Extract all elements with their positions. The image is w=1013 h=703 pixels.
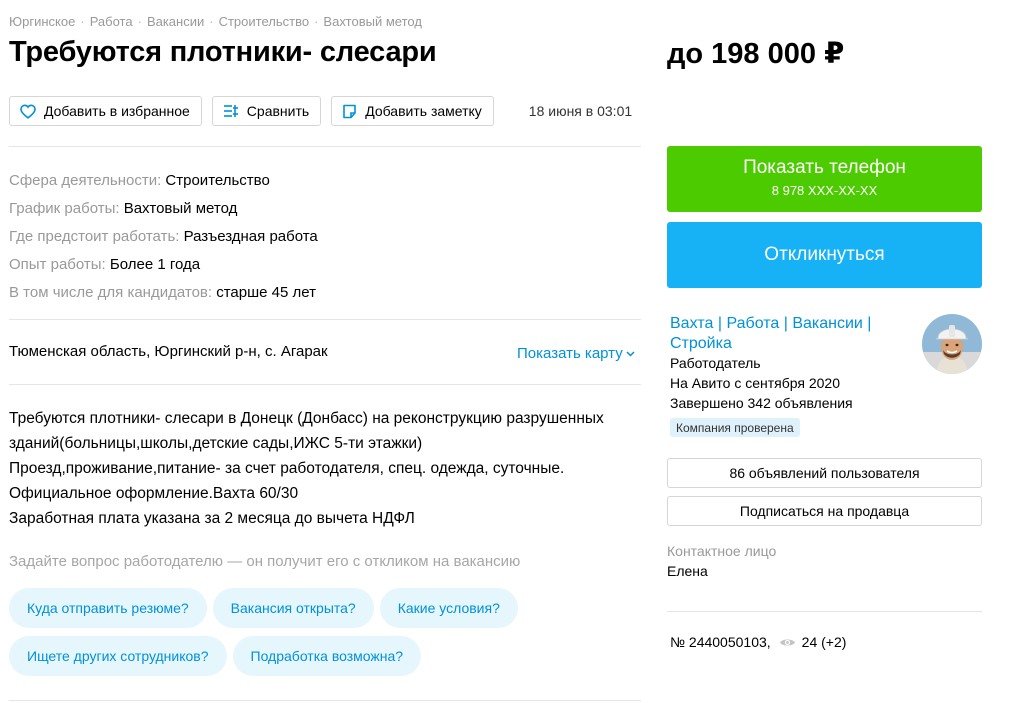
- compare-icon: [223, 105, 238, 117]
- ad-actions: Добавить в избранное Сравнить Добавить з…: [9, 96, 632, 126]
- chevron-down-icon: [626, 350, 635, 357]
- compare-label: Сравнить: [246, 103, 310, 119]
- user-ads-button[interactable]: 86 объявлений пользователя: [667, 458, 982, 488]
- param-value: Строительство: [165, 172, 270, 189]
- salary-price: до 198 000 ₽: [667, 38, 845, 70]
- seller-name-link[interactable]: Вахта | Работа | Вакансии | Стройка: [670, 314, 890, 354]
- views-count: 24 (+2): [801, 634, 847, 650]
- seller-completed-ads: Завершено 342 объявления: [670, 395, 853, 411]
- breadcrumb-separator: ·: [137, 14, 142, 29]
- param-row: Сфера деятельности: Строительство: [9, 167, 318, 195]
- breadcrumb-separator: ·: [80, 14, 85, 29]
- param-row: Где предстоит работать: Разъездная работ…: [9, 223, 318, 251]
- post-date: 18 июня в 03:01: [528, 103, 633, 119]
- page-title: Требуются плотники- слесари: [9, 36, 437, 68]
- description-line: Заработная плата указана за 2 месяца до …: [9, 510, 415, 527]
- verified-badge: Компания проверена: [670, 418, 800, 437]
- quick-questions-row: Куда отправить резюме? Вакансия открыта?…: [9, 588, 649, 628]
- show-map-link[interactable]: Показать карту: [517, 345, 635, 362]
- eye-icon: [779, 639, 795, 645]
- breadcrumb-item[interactable]: Вахтовый метод: [323, 14, 422, 29]
- add-to-favorites-button[interactable]: Добавить в избранное: [9, 96, 202, 126]
- param-key: График работы:: [9, 200, 120, 217]
- breadcrumb-item[interactable]: Работа: [90, 14, 133, 29]
- masked-phone: 8 978 XXX-XX-XX: [771, 183, 878, 198]
- description-line: Проезд,проживание,питание- за счет работ…: [9, 460, 565, 477]
- sidebar: Показать телефон 8 978 XXX-XX-XX Откликн…: [667, 146, 982, 444]
- param-value: Более 1 года: [109, 256, 201, 273]
- add-to-favorites-label: Добавить в избранное: [44, 103, 190, 119]
- description-line: зданий(больницы,школы,детские сады,ИЖС 5…: [9, 435, 423, 452]
- seller-card: Вахта | Работа | Вакансии | Стройка Рабо…: [667, 314, 982, 444]
- seller-since: На Авито с сентября 2020: [670, 375, 840, 391]
- param-row: График работы: Вахтовый метод: [9, 195, 318, 223]
- reply-button[interactable]: Откликнуться: [667, 222, 982, 288]
- divider: [9, 319, 641, 320]
- add-note-button[interactable]: Добавить заметку: [331, 96, 494, 126]
- divider: [9, 146, 641, 147]
- avatar[interactable]: [922, 314, 982, 374]
- breadcrumb: Юргинское · Работа · Вакансии · Строительство ·…: [9, 14, 422, 29]
- breadcrumb-separator: ·: [314, 14, 319, 29]
- breadcrumb-separator: ·: [209, 14, 214, 29]
- quick-question-chip[interactable]: Подработка возможна?: [232, 636, 422, 676]
- breadcrumb-item[interactable]: Вакансии: [147, 14, 204, 29]
- show-map-label: Показать карту: [517, 345, 623, 362]
- ad-number: № 2440050103,: [670, 634, 771, 650]
- description-line: Требуются плотники- слесари в Донецк (До…: [9, 410, 604, 427]
- worker-avatar-icon: [922, 314, 982, 374]
- quick-question-chip[interactable]: Куда отправить резюме?: [9, 588, 207, 628]
- divider: [667, 611, 982, 612]
- compare-button[interactable]: Сравнить: [211, 96, 322, 126]
- contact-person-label: Контактное лицо: [667, 543, 777, 559]
- show-phone-label: Показать телефон: [743, 157, 906, 178]
- quick-question-chip[interactable]: Какие условия?: [379, 588, 518, 628]
- param-key: Где предстоит работать:: [9, 228, 180, 245]
- job-address: Тюменская область, Юргинский р-н, с. Ага…: [9, 343, 328, 360]
- param-value: Вахтовый метод: [123, 200, 238, 217]
- contact-person-name: Елена: [667, 563, 708, 579]
- show-phone-button[interactable]: Показать телефон 8 978 XXX-XX-XX: [667, 146, 982, 212]
- description-line: Официальное оформление.Вахта 60/30: [9, 485, 299, 502]
- param-row: В том числе для кандидатов: старше 45 ле…: [9, 279, 318, 307]
- quick-question-chip[interactable]: Ищете других сотрудников?: [9, 636, 227, 676]
- param-value: старше 45 лет: [216, 284, 316, 301]
- divider: [9, 700, 641, 701]
- breadcrumb-item[interactable]: Юргинское: [9, 14, 75, 29]
- job-description: Требуются плотники- слесари в Донецк (До…: [9, 406, 641, 531]
- param-key: Сфера деятельности:: [9, 172, 162, 189]
- seller-role: Работодатель: [670, 355, 761, 371]
- heart-icon: [20, 103, 36, 119]
- add-note-label: Добавить заметку: [365, 103, 482, 119]
- param-row: Опыт работы: Более 1 года: [9, 251, 318, 279]
- ad-meta: № 2440050103, 24 (+2): [670, 634, 846, 650]
- quick-questions-row: Ищете других сотрудников? Подработка воз…: [9, 636, 649, 676]
- quick-questions: Куда отправить резюме? Вакансия открыта?…: [9, 588, 649, 684]
- job-params: Сфера деятельности: Строительство График…: [9, 167, 318, 307]
- divider: [9, 384, 641, 385]
- param-value: Разъездная работа: [183, 228, 318, 245]
- param-key: В том числе для кандидатов:: [9, 284, 213, 301]
- quick-question-chip[interactable]: Вакансия открыта?: [212, 588, 374, 628]
- subscribe-seller-button[interactable]: Подписаться на продавца: [667, 496, 982, 526]
- breadcrumb-item[interactable]: Строительство: [219, 14, 309, 29]
- param-key: Опыт работы:: [9, 256, 106, 273]
- ask-employer-prompt: Задайте вопрос работодателю — он получит…: [9, 553, 521, 570]
- note-icon: [343, 104, 356, 118]
